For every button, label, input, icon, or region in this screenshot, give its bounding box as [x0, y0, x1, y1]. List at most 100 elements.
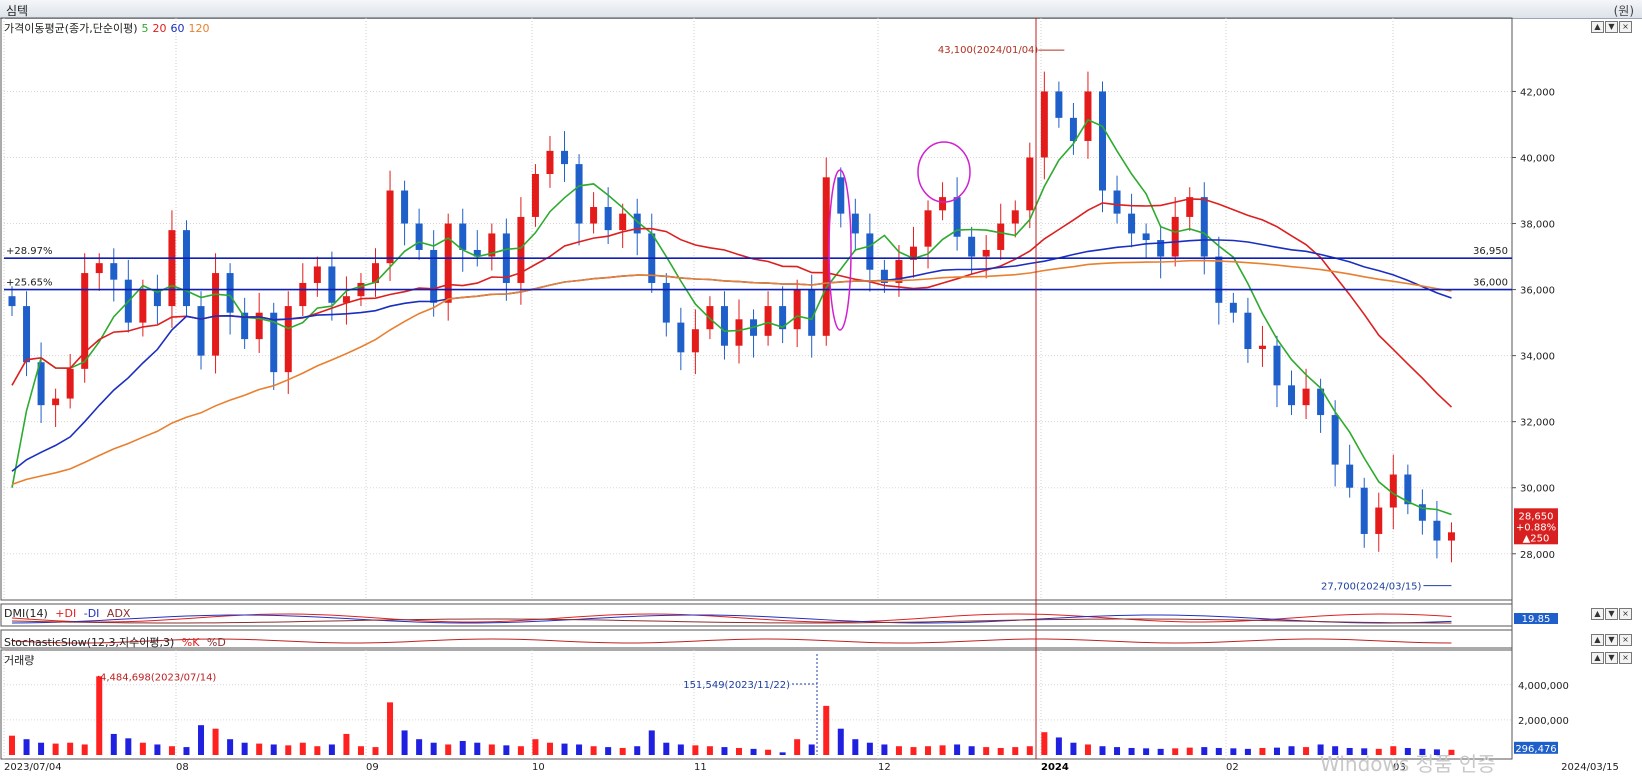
volume-bar — [1070, 742, 1077, 755]
volume-bar — [81, 744, 88, 755]
candle-body — [1069, 117, 1077, 141]
panel-down-button[interactable]: ▼ — [1605, 634, 1618, 646]
dmi-minus-di: -DI — [83, 607, 100, 620]
candle-body — [851, 213, 859, 234]
support-line-price: 36,950 — [1473, 246, 1508, 257]
volume-bar — [314, 746, 321, 755]
candle-body — [226, 273, 234, 313]
panel-down-button[interactable]: ▼ — [1605, 608, 1618, 620]
highlight-ellipse — [917, 141, 971, 203]
volume-bar — [285, 745, 292, 755]
volume-bar — [52, 743, 59, 755]
volume-bar — [692, 745, 699, 755]
stoch-label: StochasticSlow(12,3,지수이평,3) — [4, 636, 175, 649]
volume-bar — [416, 739, 423, 755]
last-change: ▲250 — [1523, 533, 1550, 544]
chart-canvas[interactable]: +28.97% 36,950 +25.65% 36,000 296,476 19.85… — [0, 0, 1642, 774]
volume-bar — [677, 744, 684, 755]
volume-bar — [546, 742, 553, 755]
candle-body — [386, 190, 394, 264]
panel-close-button[interactable]: × — [1619, 21, 1632, 33]
candle-body — [23, 306, 31, 363]
volume-bar — [1114, 747, 1121, 755]
panel-close-button[interactable]: × — [1619, 634, 1632, 646]
volume-bar — [38, 742, 45, 755]
volume-bar — [401, 730, 408, 755]
volume-bar — [736, 747, 742, 755]
candle-body — [1302, 388, 1310, 406]
price-axis-label: 32,000 — [1520, 418, 1555, 429]
volume-bar — [590, 746, 597, 755]
ma-period-5: 5 — [141, 22, 149, 35]
volume-bar — [1288, 746, 1295, 755]
stoch-k: %K — [181, 636, 200, 649]
candle-body — [66, 368, 74, 399]
volume-bar — [779, 752, 786, 755]
volume-bar — [430, 742, 437, 755]
candle-body — [139, 289, 147, 323]
panel-close-button[interactable]: × — [1619, 608, 1632, 620]
volume-bar — [445, 744, 452, 755]
panel-up-button[interactable]: ▲ — [1591, 634, 1604, 646]
candle-body — [1026, 157, 1034, 211]
volume-bar — [256, 743, 263, 755]
candle-body — [924, 210, 932, 247]
volume-bar — [997, 747, 1004, 755]
volume-bar — [910, 747, 917, 755]
candle-body — [1084, 91, 1092, 141]
volume-bar — [1230, 748, 1237, 755]
volume-max-annotation: 4,484,698(2023/07/14) — [100, 672, 216, 683]
volume-bar — [1215, 747, 1222, 755]
volume-bar — [983, 747, 990, 755]
candle-body — [1346, 464, 1354, 488]
volume-bar — [1099, 746, 1106, 755]
price-axis-label: 30,000 — [1520, 484, 1555, 495]
price-axis-label: 40,000 — [1520, 153, 1555, 164]
panel-up-button[interactable]: ▲ — [1591, 21, 1604, 33]
volume-bar — [517, 746, 524, 755]
price-axis-label: 38,000 — [1520, 220, 1555, 231]
price-axis-label: 36,000 — [1520, 286, 1555, 297]
candle-body — [866, 233, 874, 270]
dmi-label: DMI(14) — [4, 607, 48, 620]
volume-bar — [1273, 747, 1280, 755]
dmi-plus-di: +DI — [55, 607, 77, 620]
volume-bar — [154, 744, 161, 755]
volume-bar — [561, 743, 568, 755]
volume-bar — [1055, 737, 1062, 755]
ma-period-120: 120 — [188, 22, 210, 35]
x-axis-label: 2024 — [1041, 762, 1069, 773]
panel-down-button[interactable]: ▼ — [1605, 21, 1618, 33]
volume-bar — [968, 746, 975, 755]
volume-bar — [139, 742, 146, 755]
volume-panel-buttons: ▲ ▼ × — [1590, 652, 1632, 664]
volume-bar — [605, 747, 612, 755]
candle-body — [95, 263, 103, 274]
volume-bar — [1012, 747, 1019, 755]
ma-legend: 가격이동평균(종가,단순이평) 5 20 60 120 — [4, 20, 218, 36]
candle-body — [590, 207, 598, 224]
volume-bar — [96, 676, 103, 755]
candle-body — [1244, 312, 1252, 350]
candle-body — [561, 150, 569, 165]
high-annotation: 43,100(2024/01/04) — [938, 45, 1039, 56]
volume-bar — [459, 740, 466, 755]
volume-bar — [619, 747, 626, 755]
candle-body — [1375, 507, 1383, 534]
candle-body — [764, 306, 772, 336]
candle-body — [182, 230, 190, 307]
panel-up-button[interactable]: ▲ — [1591, 608, 1604, 620]
x-axis-label: 09 — [366, 762, 379, 773]
panel-close-button[interactable]: × — [1619, 652, 1632, 664]
volume-bar — [474, 742, 481, 755]
volume-bar — [706, 746, 713, 755]
panel-up-button[interactable]: ▲ — [1591, 652, 1604, 664]
panel-down-button[interactable]: ▼ — [1605, 652, 1618, 664]
candle-body — [837, 177, 845, 214]
candle-body — [1171, 216, 1179, 257]
volume-bar — [387, 702, 394, 755]
support-line-pct: +25.65% — [6, 278, 53, 289]
candle-body — [168, 230, 176, 307]
candle-body — [1099, 91, 1106, 191]
candle-body — [197, 306, 205, 356]
